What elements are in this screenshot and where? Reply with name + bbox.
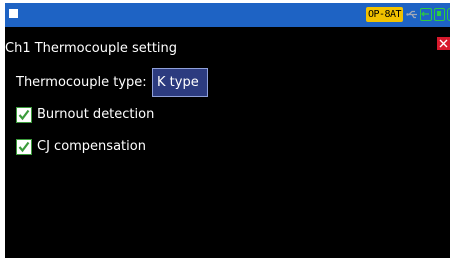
sd-card-icon [434,8,445,21]
module-badge: OP-8AT [366,7,403,22]
cj-compensation-checkbox[interactable] [16,139,32,155]
checkmark-icon [18,109,30,121]
screen: OP-8AT Ch1 Thermocouple setting Thermoco… [5,3,450,258]
close-button[interactable] [437,37,450,50]
thermocouple-type-select[interactable]: K type [152,68,208,97]
cj-compensation-label[interactable]: CJ compensation [37,139,146,154]
usb-icon [406,10,417,19]
close-icon [439,39,448,48]
thermocouple-type-label: Thermocouple type: [16,75,147,90]
network-icon [420,8,432,21]
menu-square-icon[interactable] [9,9,18,18]
page-title: Ch1 Thermocouple setting [5,41,178,56]
burnout-detection-label[interactable]: Burnout detection [37,107,154,122]
checkmark-icon [18,141,30,153]
burnout-detection-checkbox[interactable] [16,107,32,123]
status-bar: OP-8AT [5,3,450,27]
